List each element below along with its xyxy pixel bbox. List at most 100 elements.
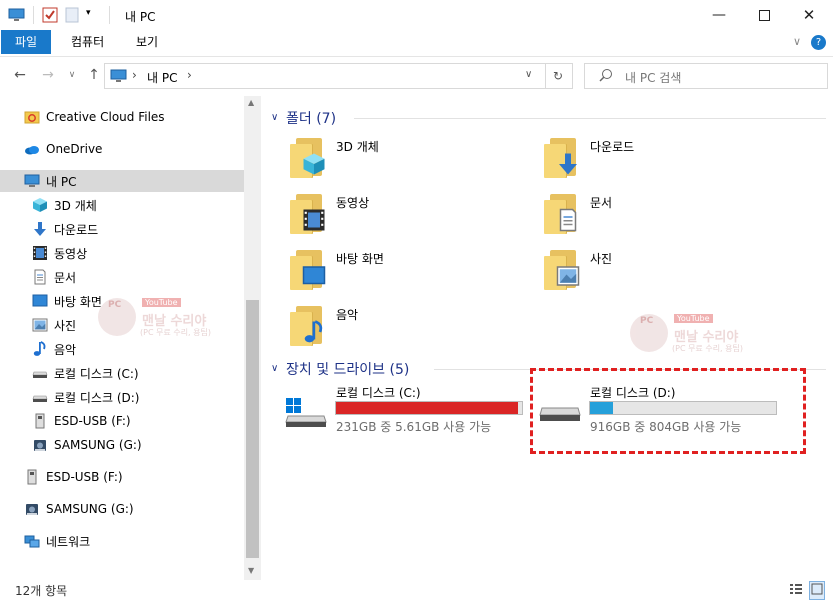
watermark-pc-text: PC — [108, 300, 122, 310]
folder-item[interactable]: 사진 — [544, 248, 784, 298]
collapse-folders-icon[interactable]: ∨ — [271, 112, 278, 123]
breadcrumb-separator-icon[interactable]: › — [132, 68, 137, 82]
usb-drive-icon — [24, 469, 40, 485]
desktop-icon — [302, 264, 326, 291]
close-button[interactable]: ✕ — [786, 0, 832, 30]
network-icon — [24, 533, 40, 549]
maximize-button[interactable] — [741, 0, 787, 30]
highlight-box — [530, 368, 806, 454]
folder-item[interactable]: 음악 — [290, 304, 530, 354]
external-drive-icon — [24, 501, 40, 517]
sidebar-item[interactable]: 네트워크 — [0, 530, 244, 552]
watermark-logo: PC YouTube 맨날 수리야 (PC 무료 수리, 용팁) — [630, 314, 780, 358]
sidebar-item-label: 음악 — [54, 342, 77, 357]
folder-label: 사진 — [590, 252, 613, 266]
search-placeholder: 내 PC 검색 — [625, 71, 682, 85]
sidebar-item-label: 로컬 디스크 (D:) — [54, 390, 140, 405]
folder-item[interactable]: 동영상 — [290, 192, 530, 242]
watermark-youtube-badge: YouTube — [142, 298, 181, 307]
sidebar-item[interactable]: SAMSUNG (G:) — [0, 498, 244, 520]
sidebar-item[interactable]: 로컬 디스크 (C:) — [0, 362, 244, 384]
sidebar-item-label: 네트워크 — [46, 534, 91, 549]
sidebar-item[interactable]: ESD-USB (F:) — [0, 410, 244, 432]
scroll-down-icon[interactable]: ▼ — [248, 566, 254, 575]
folder-item[interactable]: 다운로드 — [544, 136, 784, 186]
address-bar[interactable]: › 내 PC › ∨ — [104, 63, 546, 89]
drive-item-c[interactable]: 로컬 디스크 (C:) 231GB 중 5.61GB 사용 가능 — [282, 384, 527, 434]
search-input[interactable]: 내 PC 검색 — [584, 63, 828, 89]
document-icon — [556, 208, 580, 235]
drive-c-label: 로컬 디스크 (C:) — [336, 386, 421, 400]
back-arrow-icon[interactable]: ← — [10, 65, 30, 85]
title-bar: ▾ 내 PC — ✕ — [0, 0, 833, 30]
usb-drive-icon — [32, 413, 48, 429]
folders-group-header[interactable]: 폴더 (7) — [286, 108, 336, 128]
refresh-icon[interactable]: ↻ — [544, 63, 573, 89]
recent-locations-icon[interactable]: ∨ — [62, 65, 82, 85]
properties-checkmark-icon[interactable] — [42, 7, 58, 23]
sidebar-item[interactable]: Creative Cloud Files — [0, 106, 244, 128]
group-divider — [354, 118, 826, 119]
drive-icon — [32, 389, 48, 405]
collapse-drives-icon[interactable]: ∨ — [271, 363, 278, 374]
drive-c-usage-fill — [336, 402, 518, 414]
address-history-dropdown-icon[interactable]: ∨ — [525, 69, 532, 80]
help-icon[interactable]: ? — [811, 35, 826, 50]
sidebar-item[interactable]: 내 PC — [0, 170, 244, 192]
sidebar-item[interactable]: 문서 — [0, 266, 244, 288]
forward-arrow-icon[interactable]: → — [38, 65, 58, 85]
breadcrumb-item[interactable]: 내 PC — [147, 69, 177, 86]
expand-ribbon-icon[interactable]: ∨ — [793, 35, 801, 48]
document-icon — [32, 269, 48, 285]
sidebar-item-label: OneDrive — [46, 142, 103, 156]
folder-item[interactable]: 3D 개체 — [290, 136, 530, 186]
quick-access-dropdown-icon[interactable]: ▾ — [86, 8, 91, 18]
sidebar-item-label: 내 PC — [46, 174, 77, 189]
folder-label: 동영상 — [336, 196, 370, 210]
drive-c-usage-bar — [335, 401, 523, 415]
scroll-up-icon[interactable]: ▲ — [248, 98, 254, 107]
folder-label: 음악 — [336, 308, 359, 322]
item-count: 12개 항목 — [15, 584, 68, 598]
picture-icon — [32, 317, 48, 333]
new-folder-icon[interactable] — [65, 7, 79, 23]
watermark-pc-text: PC — [640, 316, 654, 326]
pc-monitor-icon — [110, 69, 127, 86]
sidebar-item[interactable]: ESD-USB (F:) — [0, 466, 244, 488]
large-icons-view-icon[interactable] — [809, 581, 825, 600]
pc-monitor-icon — [24, 173, 40, 189]
up-arrow-icon[interactable]: ↑ — [84, 65, 104, 85]
tab-computer[interactable]: 컴퓨터 — [56, 30, 119, 54]
pc-monitor-icon[interactable] — [8, 8, 25, 21]
sidebar-item-label: ESD-USB (F:) — [54, 414, 131, 428]
tab-file[interactable]: 파일 — [1, 30, 52, 54]
film-icon — [302, 208, 326, 235]
sidebar-item-label: 로컬 디스크 (C:) — [54, 366, 139, 381]
content-pane: ∨ 폴더 (7) ∨ 장치 및 드라이브 (5) 로컬 디스크 (C:) 231… — [262, 96, 833, 580]
status-bar: 12개 항목 — [0, 580, 833, 600]
sidebar-item-label: SAMSUNG (G:) — [54, 438, 142, 452]
details-view-icon[interactable] — [789, 582, 803, 599]
sidebar-item[interactable]: 동영상 — [0, 242, 244, 264]
drive-icon — [32, 365, 48, 381]
sidebar-item-label: Creative Cloud Files — [46, 110, 165, 124]
sidebar-item-label: 다운로드 — [54, 222, 99, 237]
sidebar-item[interactable]: SAMSUNG (G:) — [0, 434, 244, 456]
drives-group-header[interactable]: 장치 및 드라이브 (5) — [286, 359, 409, 379]
tab-view[interactable]: 보기 — [121, 30, 173, 54]
sidebar-item[interactable]: 다운로드 — [0, 218, 244, 240]
sidebar-item[interactable]: 로컬 디스크 (D:) — [0, 386, 244, 408]
sidebar-item[interactable]: OneDrive — [0, 138, 244, 160]
sidebar-item[interactable]: 3D 개체 — [0, 194, 244, 216]
minimize-button[interactable]: — — [696, 0, 742, 30]
window-title: 내 PC — [125, 10, 156, 24]
folder-label: 바탕 화면 — [336, 252, 384, 266]
windows-drive-icon — [284, 398, 328, 431]
folder-item[interactable]: 문서 — [544, 192, 784, 242]
address-row: ← → ∨ ↑ › 내 PC › ∨ ↻ 내 PC 검색 — [0, 60, 833, 90]
folder-label: 3D 개체 — [336, 140, 379, 154]
music-note-icon — [32, 341, 48, 357]
watermark-logo: PC YouTube 맨날 수리야 (PC 무료 수리, 용팁) — [98, 298, 248, 342]
folder-item[interactable]: 바탕 화면 — [290, 248, 530, 298]
breadcrumb-separator-icon[interactable]: › — [187, 68, 192, 82]
